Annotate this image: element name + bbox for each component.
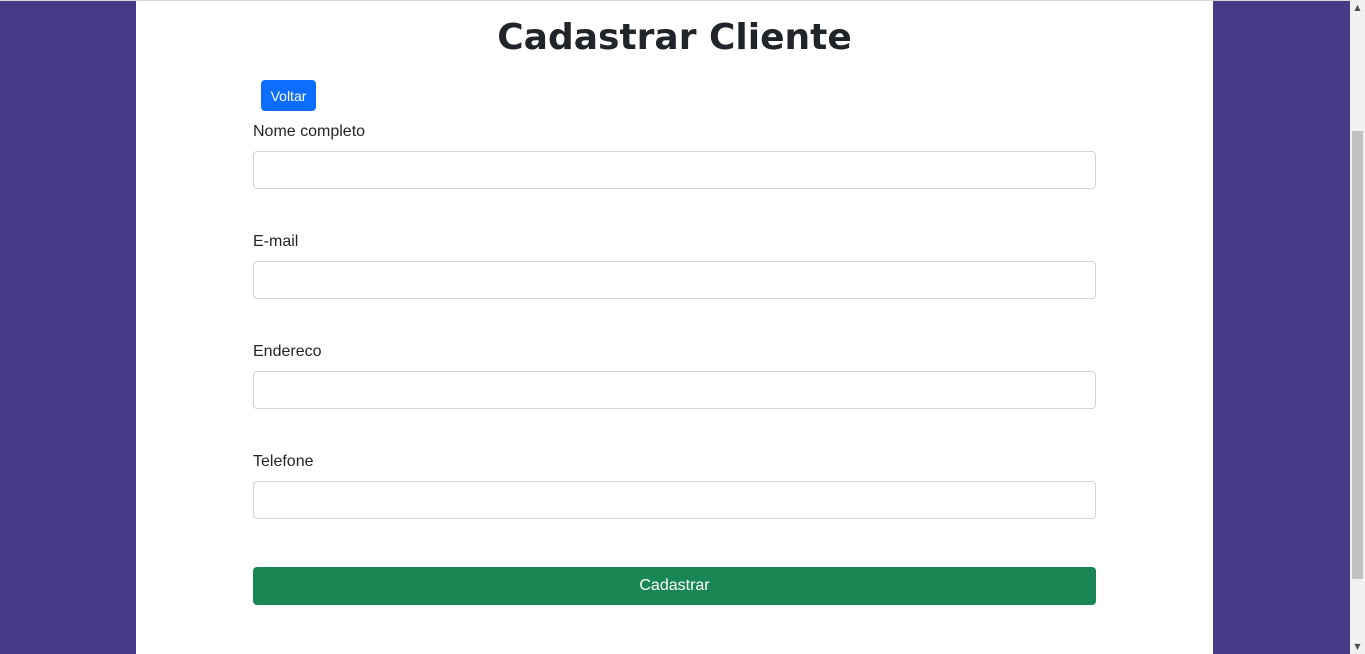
scroll-up-arrow-icon[interactable]: ▲ <box>1350 0 1365 15</box>
page-title: Cadastrar Cliente <box>497 17 852 58</box>
submit-button[interactable]: Cadastrar <box>253 567 1096 605</box>
vertical-scrollbar[interactable]: ▲ ▼ <box>1350 0 1365 654</box>
email-label: E-mail <box>253 233 299 250</box>
back-button[interactable]: Voltar <box>261 80 316 111</box>
phone-label: Telefone <box>253 453 314 470</box>
address-input[interactable] <box>253 371 1096 409</box>
address-label: Endereco <box>253 343 322 360</box>
email-input[interactable] <box>253 261 1096 299</box>
scroll-down-arrow-icon[interactable]: ▼ <box>1350 639 1365 654</box>
name-label: Nome completo <box>253 123 366 140</box>
name-input[interactable] <box>253 151 1096 189</box>
content-panel: Cadastrar Cliente Voltar Nome completo E… <box>136 1 1213 654</box>
phone-input[interactable] <box>253 481 1096 519</box>
scrollbar-thumb[interactable] <box>1352 131 1363 579</box>
